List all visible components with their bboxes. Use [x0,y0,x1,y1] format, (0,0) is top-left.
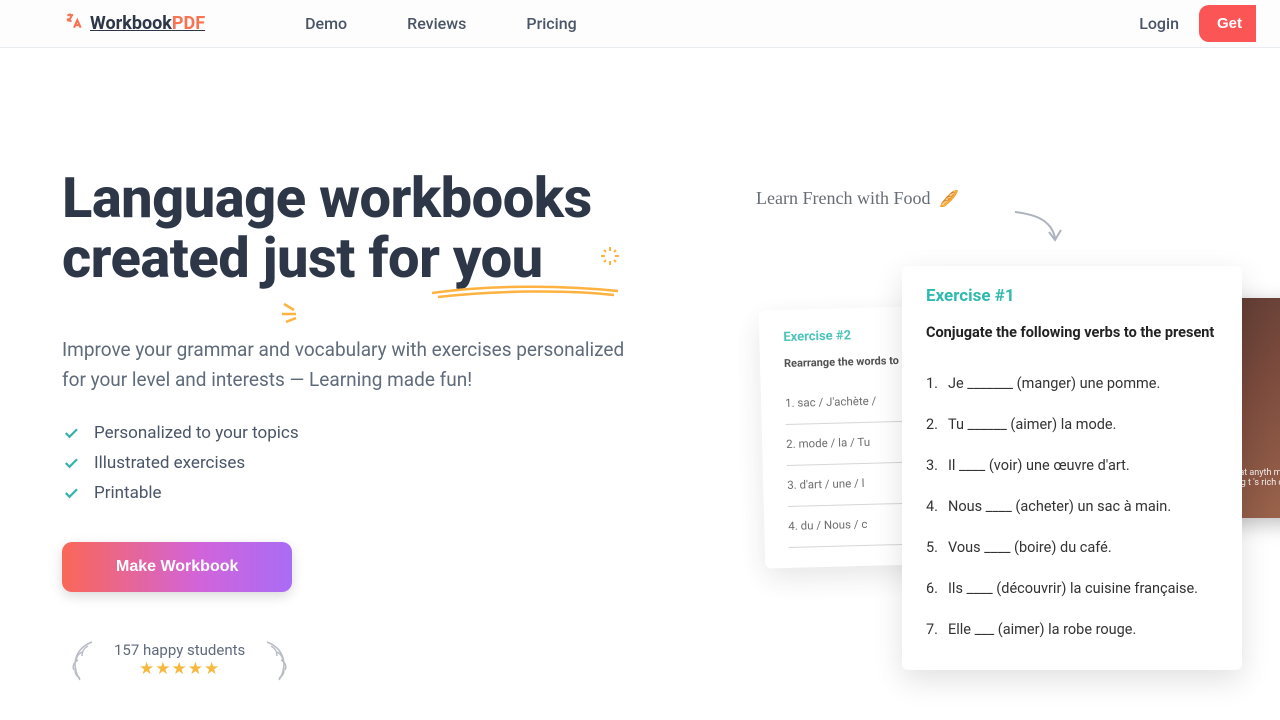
exercise-subtitle: Conjugate the following verbs to the pre… [926,324,1218,341]
bread-icon: 🥖 [939,191,959,208]
check-icon [62,424,80,442]
hero: Language workbooks created just for you … [0,48,1280,682]
handwritten-text: Learn French with Food [756,188,930,208]
hero-left: Language workbooks created just for you … [62,168,702,682]
exercise-item: 3.Il ____ (voir) une œuvre d'art. [926,445,1218,486]
stars-icon: ★★★★★ [114,659,245,679]
headline-line-1: Language workbooks [62,165,592,231]
exercise-title: Exercise #1 [926,286,1218,306]
nav-demo[interactable]: Demo [305,14,347,33]
social-count: 157 happy students [114,641,245,659]
nav-links: Demo Reviews Pricing [305,14,577,33]
subtitle: Improve your grammar and vocabulary with… [62,335,652,396]
exercise-item: 7.Elle ___ (aimer) la robe rouge. [926,609,1218,650]
features-list: Personalized to your topics Illustrated … [62,418,702,508]
nav-reviews[interactable]: Reviews [407,14,466,33]
login-link[interactable]: Login [1139,14,1179,33]
underline-icon [430,281,620,299]
laurel-right-icon [257,638,297,682]
header-right: Login Get [1139,5,1256,42]
check-icon [62,454,80,472]
exercise-item: 6.Ils ____ (découvrir) la cuisine frança… [926,568,1218,609]
feature-item: Printable [62,478,702,508]
exercise-list: 1.Je _______ (manger) une pomme. 2.Tu __… [926,363,1218,650]
headline: Language workbooks created just for you [62,168,592,289]
social-proof: 157 happy students ★★★★★ [62,638,702,682]
nav-pricing[interactable]: Pricing [526,14,576,33]
social-text: 157 happy students ★★★★★ [114,641,245,679]
logo[interactable]: WorkbookPDF [64,11,205,36]
header: WorkbookPDF Demo Reviews Pricing Login G… [0,0,1280,48]
exercise-item: 2.Tu ______ (aimer) la mode. [926,404,1218,445]
feature-text: Printable [94,483,162,503]
check-icon [62,484,80,502]
make-workbook-button[interactable]: Make Workbook [62,542,292,592]
sparkle-icon [598,244,622,274]
exercise-item: 5.Vous ____ (boire) du café. [926,527,1218,568]
feature-text: Illustrated exercises [94,453,245,473]
feature-item: Personalized to your topics [62,418,702,448]
arrow-doodle-icon [1011,208,1071,248]
laurel-left-icon [62,638,102,682]
exercise-item: 1.Je _______ (manger) une pomme. [926,363,1218,404]
handwritten-label: Learn French with Food 🥖 [756,188,959,209]
burst-icon [280,300,320,324]
logo-text-2: PDF [172,13,205,34]
worksheet-card-1: Exercise #1 Conjugate the following verb… [902,266,1242,670]
feature-text: Personalized to your topics [94,423,299,443]
get-started-button[interactable]: Get [1199,5,1256,42]
feature-item: Illustrated exercises [62,448,702,478]
logo-text-1: Workbook [90,13,172,34]
translate-icon [64,11,84,36]
exercise-item: 4.Nous ____ (acheter) un sac à main. [926,486,1218,527]
